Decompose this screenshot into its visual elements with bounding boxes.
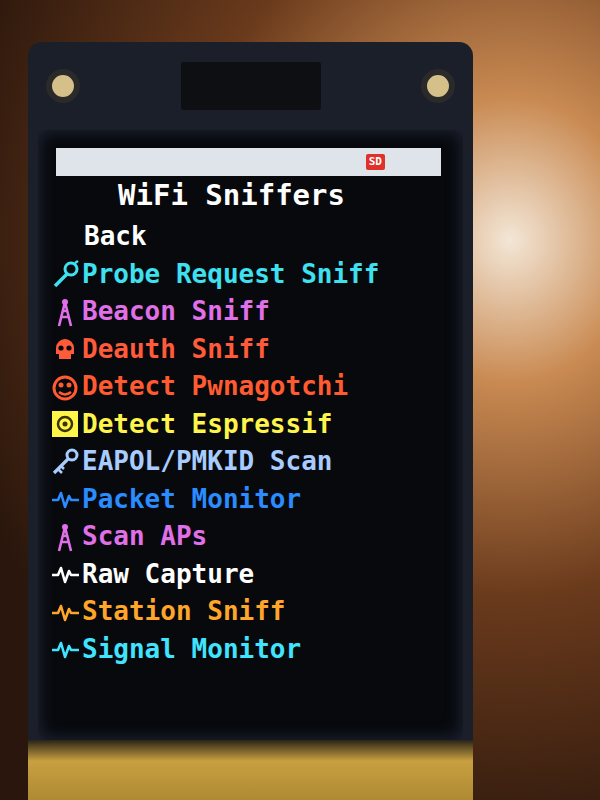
sd-card-icon: SD	[366, 154, 385, 170]
device-bottom	[28, 740, 473, 800]
menu-item-label: Raw Capture	[82, 556, 254, 594]
menu-item-label: Beacon Sniff	[82, 293, 270, 331]
screen-title: WiFi Sniffers	[50, 178, 453, 212]
screen: SD WiFi Sniffers BackProbe Request Sniff…	[38, 130, 463, 740]
menu-item-label: Back	[84, 218, 147, 256]
menu-item-label: Detect Espressif	[82, 406, 332, 444]
menu-item-label: Scan APs	[82, 518, 207, 556]
menu-item[interactable]: Detect Espressif	[50, 406, 453, 444]
menu-item-label: Detect Pwnagotchi	[82, 368, 348, 406]
chip-icon	[50, 409, 80, 439]
menu-item-label: Station Sniff	[82, 593, 286, 631]
menu-item[interactable]: Packet Monitor	[50, 481, 453, 519]
menu-item[interactable]: Detect Pwnagotchi	[50, 368, 453, 406]
menu-item-label: Deauth Sniff	[82, 331, 270, 369]
probe-icon	[50, 259, 80, 289]
menu-item[interactable]: Station Sniff	[50, 593, 453, 631]
pulse-icon	[50, 559, 80, 589]
tower-icon	[50, 522, 80, 552]
mount-hole-icon	[421, 69, 455, 103]
mount-hole-icon	[46, 69, 80, 103]
pulse-icon	[50, 597, 80, 627]
tower-icon	[50, 297, 80, 327]
menu-item-label: Packet Monitor	[82, 481, 301, 519]
device-top	[38, 42, 463, 130]
device: SD WiFi Sniffers BackProbe Request Sniff…	[28, 42, 473, 800]
menu: BackProbe Request SniffBeacon SniffDeaut…	[50, 218, 453, 668]
status-bar: SD	[56, 148, 441, 176]
menu-item[interactable]: Raw Capture	[50, 556, 453, 594]
menu-item[interactable]: Probe Request Sniff	[50, 256, 453, 294]
pulse-icon	[50, 634, 80, 664]
pulse-icon	[50, 484, 80, 514]
menu-item[interactable]: Beacon Sniff	[50, 293, 453, 331]
menu-item[interactable]: EAPOL/PMKID Scan	[50, 443, 453, 481]
menu-item-label: Signal Monitor	[82, 631, 301, 669]
key-icon	[50, 447, 80, 477]
menu-item[interactable]: Scan APs	[50, 518, 453, 556]
menu-item-label: Probe Request Sniff	[82, 256, 379, 294]
connector-icon	[181, 62, 321, 110]
menu-item-label: EAPOL/PMKID Scan	[82, 443, 332, 481]
menu-item[interactable]: Back	[50, 218, 453, 256]
pwnagotchi-icon	[50, 372, 80, 402]
skull-icon	[50, 334, 80, 364]
menu-item[interactable]: Deauth Sniff	[50, 331, 453, 369]
menu-item[interactable]: Signal Monitor	[50, 631, 453, 669]
